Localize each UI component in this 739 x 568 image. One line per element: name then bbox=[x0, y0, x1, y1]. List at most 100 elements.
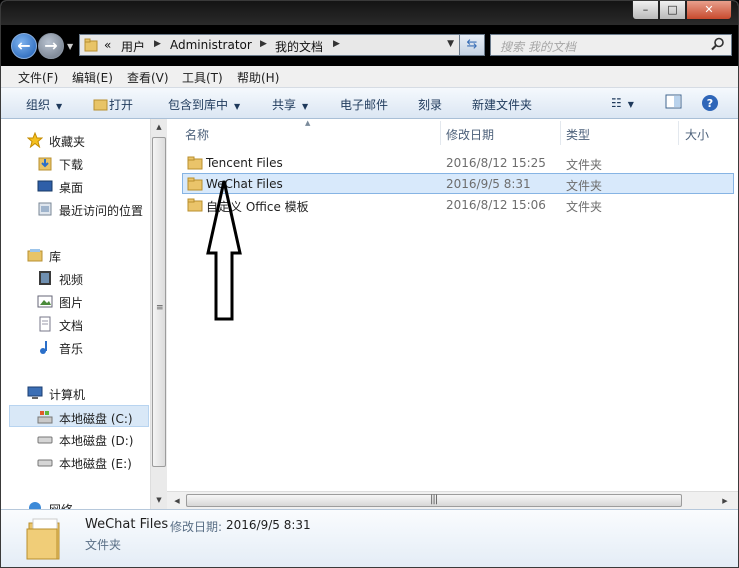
address-bar[interactable]: « 用户 ▶ Administrator ▶ 我的文档 ▶ ▼ bbox=[79, 34, 485, 56]
drive-icon bbox=[37, 459, 53, 467]
scroll-down-icon[interactable]: ▼ bbox=[151, 492, 167, 509]
forward-button[interactable]: → bbox=[38, 33, 64, 59]
breadcrumb-users[interactable]: 用户 bbox=[121, 38, 145, 55]
sidebar-favorites[interactable]: 收藏夹 bbox=[1, 129, 150, 151]
sidebar-label: 最近访问的位置 bbox=[59, 204, 144, 218]
organize-button[interactable]: 组织 ▼ bbox=[26, 96, 62, 113]
sidebar-item-desktop[interactable]: 桌面 bbox=[1, 175, 150, 197]
command-bar: 组织 ▼ 打开 包含到库中 ▼ 共享 ▼ 电子邮件 刻录 新建文件夹 ☷ ▼ ? bbox=[1, 88, 738, 119]
sidebar-label: 库 bbox=[49, 250, 62, 264]
scroll-right-icon[interactable]: ▶ bbox=[718, 494, 732, 508]
column-size[interactable]: 大小 bbox=[685, 126, 709, 143]
scroll-thumb[interactable]: ≡ bbox=[152, 137, 166, 467]
computer-icon bbox=[27, 386, 43, 399]
help-icon[interactable]: ? bbox=[701, 94, 719, 115]
include-in-library-button[interactable]: 包含到库中 ▼ bbox=[168, 96, 240, 113]
folder-icon bbox=[187, 198, 203, 212]
column-divider[interactable] bbox=[560, 121, 561, 145]
preview-pane-icon[interactable] bbox=[665, 94, 682, 112]
navigation-scrollbar[interactable]: ▲ ≡ ▼ bbox=[150, 119, 167, 509]
sidebar-label: 音乐 bbox=[59, 342, 84, 356]
chevron-down-icon: ▼ bbox=[56, 102, 63, 111]
share-button[interactable]: 共享 ▼ bbox=[272, 96, 308, 113]
sidebar-label: 图片 bbox=[59, 296, 84, 310]
maximize-button[interactable]: □ bbox=[659, 1, 686, 20]
menu-view[interactable]: 查看(V) bbox=[127, 69, 169, 86]
large-folder-icon bbox=[26, 518, 60, 560]
sidebar-item-pictures[interactable]: 图片 bbox=[1, 290, 150, 312]
library-icon bbox=[27, 249, 43, 262]
details-type: 文件夹 bbox=[85, 538, 122, 552]
file-date: 2016/8/12 15:25 bbox=[446, 156, 546, 170]
scroll-left-icon[interactable]: ◀ bbox=[170, 494, 184, 508]
sidebar-item-drive-d[interactable]: 本地磁盘 (D:) bbox=[1, 428, 150, 450]
sidebar-item-downloads[interactable]: 下载 bbox=[1, 152, 150, 174]
sidebar-item-documents[interactable]: 文档 bbox=[1, 313, 150, 335]
sort-ascending-icon: ▲ bbox=[305, 119, 311, 127]
sidebar-label: 视频 bbox=[59, 273, 84, 287]
music-icon bbox=[40, 341, 47, 354]
column-divider[interactable] bbox=[440, 121, 441, 145]
search-icon[interactable] bbox=[711, 37, 725, 51]
column-divider[interactable] bbox=[678, 121, 679, 145]
file-type: 文件夹 bbox=[566, 200, 603, 214]
menu-edit[interactable]: 编辑(E) bbox=[72, 69, 113, 86]
scroll-up-icon[interactable]: ▲ bbox=[151, 119, 167, 136]
breadcrumb-separator-icon[interactable]: ▶ bbox=[154, 39, 161, 49]
file-date: 2016/9/5 8:31 bbox=[446, 177, 531, 191]
grip-icon: ≡ bbox=[156, 303, 164, 313]
folder-icon bbox=[187, 177, 203, 191]
sidebar-item-music[interactable]: 音乐 bbox=[1, 336, 150, 358]
chevron-down-icon: ▼ bbox=[234, 102, 241, 111]
breadcrumb-administrator[interactable]: Administrator bbox=[170, 38, 252, 52]
horizontal-scrollbar[interactable]: ◀ ||| ▶ bbox=[167, 491, 738, 509]
folder-icon bbox=[84, 38, 98, 52]
system-drive-icon bbox=[37, 411, 53, 424]
file-name: Tencent Files bbox=[206, 156, 283, 170]
new-folder-button[interactable]: 新建文件夹 bbox=[472, 96, 532, 113]
sidebar-label: 桌面 bbox=[59, 181, 84, 195]
back-button[interactable]: ← bbox=[11, 33, 37, 59]
recent-pages-dropdown-icon[interactable]: ▼ bbox=[67, 42, 73, 51]
navigation-pane: 收藏夹 下载 桌面 最近访问的位置 库 视频 图片 文档 音乐 计算机 本地磁盘… bbox=[1, 119, 150, 517]
sidebar-label: 本地磁盘 (C:) bbox=[59, 412, 133, 426]
breadcrumb-separator-icon[interactable]: ▶ bbox=[333, 39, 340, 49]
video-icon bbox=[39, 271, 51, 285]
sidebar-computer[interactable]: 计算机 bbox=[1, 382, 150, 404]
sidebar-libraries[interactable]: 库 bbox=[1, 244, 150, 266]
file-name: WeChat Files bbox=[206, 177, 283, 191]
menu-tools[interactable]: 工具(T) bbox=[182, 69, 223, 86]
star-icon bbox=[27, 132, 43, 148]
file-row-tencent-files[interactable]: Tencent Files 2016/8/12 15:25 文件夹 bbox=[182, 152, 734, 173]
search-box[interactable]: 搜索 我的文档 bbox=[490, 34, 732, 56]
burn-button[interactable]: 刻录 bbox=[418, 96, 442, 113]
open-button[interactable]: 打开 bbox=[93, 96, 133, 113]
menu-help[interactable]: 帮助(H) bbox=[237, 69, 279, 86]
breadcrumb-separator-icon[interactable]: ▶ bbox=[260, 39, 267, 49]
sidebar-item-drive-e[interactable]: 本地磁盘 (E:) bbox=[1, 451, 150, 473]
file-row-wechat-files[interactable]: WeChat Files 2016/9/5 8:31 文件夹 bbox=[182, 173, 734, 194]
refresh-button[interactable]: ⇆ bbox=[459, 34, 485, 56]
email-button[interactable]: 电子邮件 bbox=[340, 96, 388, 113]
folder-icon bbox=[187, 156, 203, 170]
file-list: ▲ 名称 修改日期 类型 大小 Tencent Files 2016/8/12 … bbox=[167, 119, 738, 491]
address-overflow[interactable]: « bbox=[104, 38, 111, 52]
minimize-button[interactable]: – bbox=[632, 1, 659, 20]
scroll-thumb[interactable]: ||| bbox=[186, 494, 682, 507]
search-placeholder: 搜索 我的文档 bbox=[500, 40, 576, 54]
sidebar-item-recent-places[interactable]: 最近访问的位置 bbox=[1, 198, 150, 220]
file-row-office-templates[interactable]: 自定义 Office 模板 2016/8/12 15:06 文件夹 bbox=[182, 194, 734, 215]
sidebar-item-drive-c[interactable]: 本地磁盘 (C:) bbox=[9, 405, 149, 427]
open-folder-icon bbox=[93, 99, 108, 111]
breadcrumb-my-documents[interactable]: 我的文档 bbox=[275, 38, 323, 55]
menu-file[interactable]: 文件(F) bbox=[18, 69, 58, 86]
column-type[interactable]: 类型 bbox=[566, 126, 590, 143]
file-type: 文件夹 bbox=[566, 158, 603, 172]
address-dropdown-icon[interactable]: ▼ bbox=[447, 39, 454, 49]
column-date[interactable]: 修改日期 bbox=[446, 126, 494, 143]
sidebar-item-videos[interactable]: 视频 bbox=[1, 267, 150, 289]
view-options-icon[interactable]: ☷ ▼ bbox=[611, 96, 634, 110]
close-button[interactable]: ✕ bbox=[686, 1, 732, 20]
column-name[interactable]: 名称 bbox=[185, 126, 209, 143]
document-icon bbox=[39, 316, 51, 332]
